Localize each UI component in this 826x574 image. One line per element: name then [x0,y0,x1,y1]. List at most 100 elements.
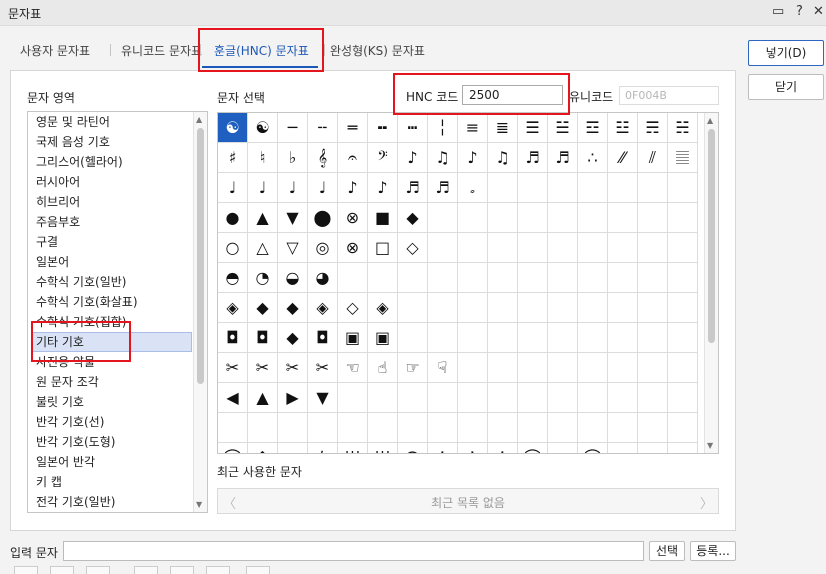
char-cell[interactable]: ⁄⁄ [608,143,638,173]
char-cell[interactable]: ☳ [608,113,638,143]
area-list-item[interactable]: 수학식 기호(집합) [36,312,126,332]
char-cell[interactable]: ◎ [308,233,338,263]
char-cell[interactable] [308,413,338,443]
char-cell[interactable]: ♬ [548,143,578,173]
scroll-down-icon[interactable]: ▼ [196,500,202,509]
char-cell[interactable] [668,233,698,263]
area-list-item[interactable]: 주음부호 [36,212,80,232]
char-cell[interactable]: ╍ [368,113,398,143]
char-cell[interactable] [578,203,608,233]
char-cell[interactable] [278,413,308,443]
char-cell[interactable] [668,263,698,293]
char-cell[interactable]: ═ [338,113,368,143]
char-cell[interactable] [548,323,578,353]
char-cell[interactable]: ☴ [638,113,668,143]
scrollbar-thumb[interactable] [197,128,204,384]
char-cell[interactable]: ◔ [248,263,278,293]
char-cell[interactable] [548,353,578,383]
char-cell[interactable] [638,203,668,233]
register-button[interactable]: 등록... [690,541,736,561]
char-cell[interactable]: ▣ [338,323,368,353]
char-cell[interactable]: ♫ [488,143,518,173]
char-cell[interactable] [518,173,548,203]
char-cell[interactable] [668,293,698,323]
char-cell[interactable]: ♭ [278,143,308,173]
char-cell[interactable] [608,263,638,293]
toolbar-button[interactable] [206,566,230,574]
char-cell[interactable]: ✂ [218,353,248,383]
char-cell[interactable]: ☝ [368,353,398,383]
char-cell[interactable] [608,413,638,443]
char-cell[interactable] [638,383,668,413]
char-cell[interactable] [518,203,548,233]
toolbar-button[interactable] [134,566,158,574]
char-cell[interactable]: ⌒ [218,443,248,453]
char-cell[interactable] [578,383,608,413]
char-cell[interactable] [488,353,518,383]
char-cell[interactable]: ♩ [248,173,278,203]
area-list-item[interactable]: 그리스어(헬라어) [36,152,123,172]
area-list-item[interactable]: 전각 기호(일반) [36,492,115,512]
char-cell[interactable]: ⬤ [308,203,338,233]
char-cell[interactable]: ☱ [548,113,578,143]
area-list-item[interactable]: 일본어 [36,252,69,272]
area-list-scrollbar[interactable]: ▲ ▼ [193,112,207,512]
char-cell[interactable] [518,383,548,413]
scroll-down-icon[interactable]: ▼ [707,441,713,450]
char-cell[interactable]: ◕ [308,263,338,293]
char-cell[interactable] [458,233,488,263]
close-icon[interactable]: ✕ [813,4,824,19]
char-cell[interactable]: ✝ [428,443,458,453]
close-button[interactable]: 닫기 [748,74,824,100]
char-cell[interactable] [428,383,458,413]
area-list-item[interactable]: 수학식 기호(화살표) [36,292,138,312]
char-cell[interactable] [488,203,518,233]
char-cell[interactable]: ⌒ [578,443,608,453]
hnc-code-input[interactable]: 2500 [462,85,563,105]
char-cell[interactable] [428,293,458,323]
char-cell[interactable]: ||| [368,443,398,453]
char-cell[interactable] [458,263,488,293]
char-cell[interactable]: ◇ [398,233,428,263]
char-cell[interactable]: ◈ [308,293,338,323]
char-cell[interactable] [458,383,488,413]
char-cell[interactable] [368,413,398,443]
char-cell[interactable] [608,353,638,383]
char-cell[interactable] [608,293,638,323]
char-cell[interactable] [638,353,668,383]
char-cell[interactable] [668,203,698,233]
char-cell[interactable]: ⌒ [518,443,548,453]
char-cell[interactable] [668,413,698,443]
char-cell[interactable] [608,443,638,453]
char-cell[interactable]: ✂ [278,353,308,383]
area-list-item[interactable]: 히브리어 [36,192,80,212]
char-cell[interactable]: ◆ [278,293,308,323]
char-cell[interactable]: ┅ [398,113,428,143]
char-cell[interactable]: ♩ [308,173,338,203]
char-cell[interactable]: ♪ [458,143,488,173]
char-cell[interactable]: ♪ [368,173,398,203]
char-cell[interactable] [668,173,698,203]
char-cell[interactable] [488,413,518,443]
char-cell[interactable]: ✝ [488,443,518,453]
char-cell[interactable]: ◀ [218,383,248,413]
char-cell[interactable] [398,293,428,323]
char-cell[interactable]: ▲ [248,203,278,233]
char-cell[interactable]: ▼ [308,383,338,413]
char-cell[interactable]: ✂ [248,353,278,383]
char-cell[interactable] [488,233,518,263]
restore-icon[interactable]: ▭ [772,4,784,19]
char-cell[interactable] [248,413,278,443]
tab-user-chart[interactable]: 사용자 문자표 [20,42,90,59]
input-chars-field[interactable] [63,541,644,561]
char-cell[interactable]: ♩ [278,173,308,203]
char-cell[interactable]: ╎ [428,113,458,143]
char-cell[interactable]: ☞ [398,353,428,383]
char-cell[interactable] [548,413,578,443]
char-cell[interactable]: ♫ [428,143,458,173]
char-cell[interactable] [488,293,518,323]
char-cell[interactable] [668,353,698,383]
area-list-item[interactable]: 구결 [36,232,58,252]
char-cell[interactable]: ▲ [248,383,278,413]
char-cell[interactable]: ☯ [218,113,248,143]
